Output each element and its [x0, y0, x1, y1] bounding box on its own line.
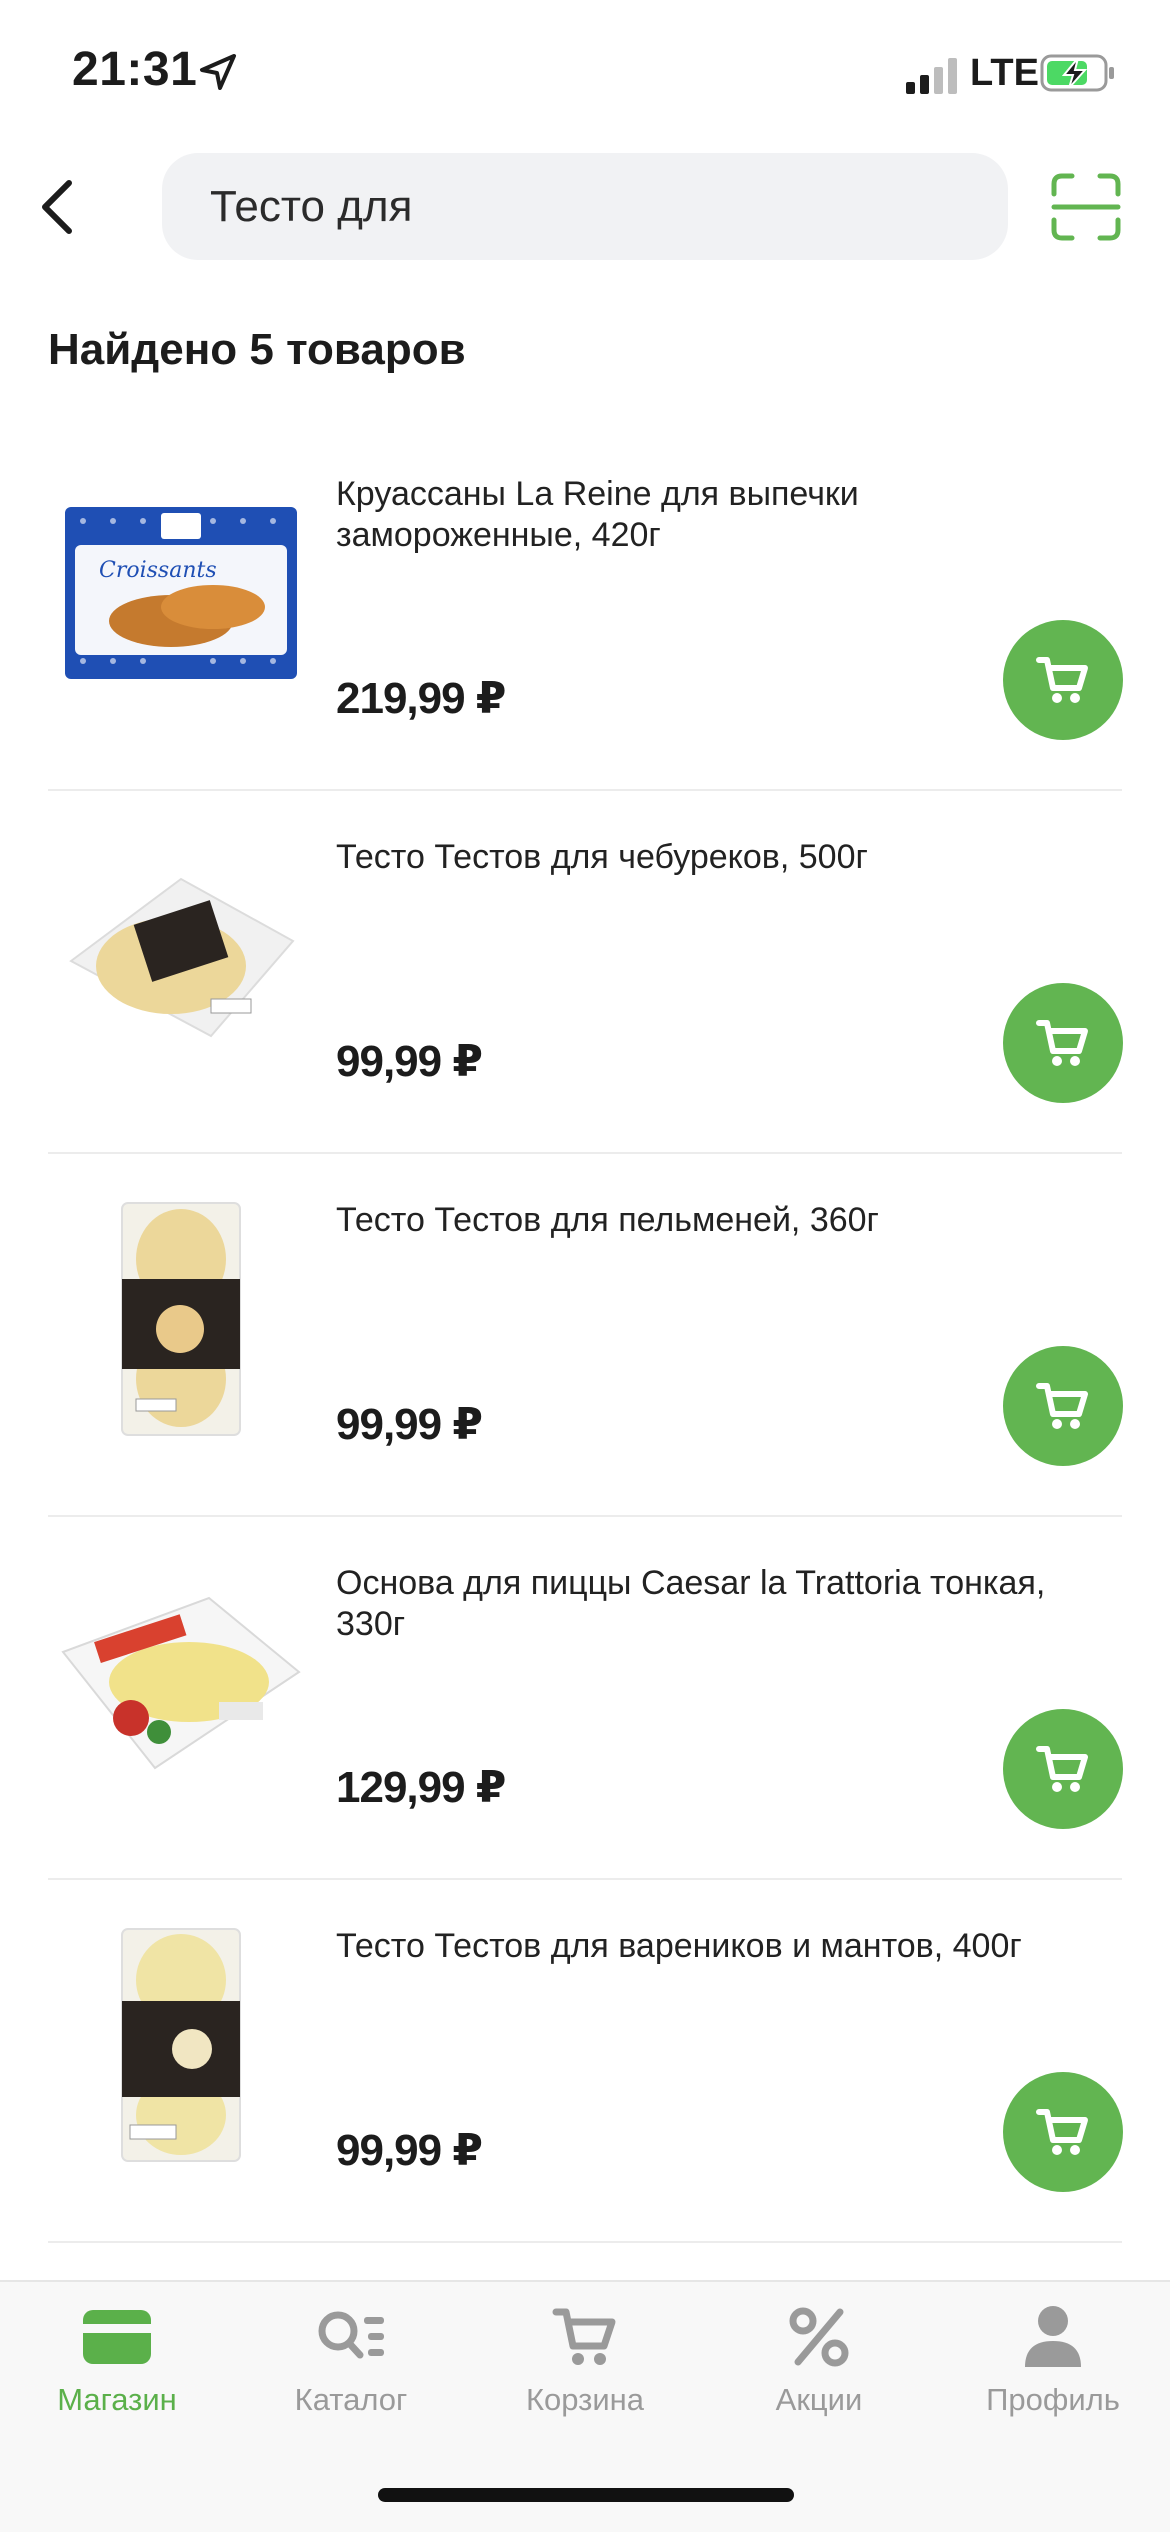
app-screen: 21:31 LTE Тесто для Найдено 5 товаров Cr…	[0, 0, 1170, 2532]
results-count-title: Найдено 5 товаров	[48, 325, 466, 374]
product-item[interactable]: Тесто Тестов для чебуреков, 500г 99,99 ₽	[0, 791, 1170, 1154]
back-button[interactable]	[22, 172, 92, 242]
tab-shop[interactable]: Магазин	[0, 2302, 234, 2432]
product-image-croissants: Croissants	[56, 468, 306, 718]
profile-icon	[1016, 2302, 1090, 2372]
tab-label: Магазин	[57, 2382, 177, 2417]
product-image-dough-round	[56, 831, 306, 1081]
search-input[interactable]: Тесто для	[162, 153, 1008, 260]
home-indicator	[378, 2488, 794, 2502]
cart-icon	[1036, 1020, 1088, 1066]
product-price: 129,99 ₽	[336, 1763, 506, 1812]
add-to-cart-button[interactable]	[1003, 983, 1123, 1103]
tab-label: Корзина	[525, 2382, 645, 2417]
scan-button[interactable]	[1050, 172, 1122, 242]
cart-icon	[1036, 2109, 1088, 2155]
product-price: 99,99 ₽	[336, 1400, 483, 1449]
product-name: Тесто Тестов для вареников и мантов, 400…	[336, 1927, 1022, 1965]
add-to-cart-button[interactable]	[1003, 2072, 1123, 2192]
status-bar: 21:31 LTE	[0, 0, 1170, 150]
product-image-pizza-base	[56, 1557, 306, 1807]
search-query: Тесто для	[210, 181, 413, 231]
product-name: Основа для пиццы Caesar la Trattoria тон…	[336, 1564, 1046, 1643]
battery-charging-icon	[1040, 54, 1116, 92]
signal-icon	[906, 58, 958, 94]
barcode-scan-icon	[1051, 173, 1121, 241]
card-icon	[80, 2302, 154, 2372]
tab-label: Акции	[775, 2382, 863, 2417]
tab-cart[interactable]: Корзина	[468, 2302, 702, 2432]
tab-catalog[interactable]: Каталог	[234, 2302, 468, 2432]
product-name: Тесто Тестов для пельменей, 360г	[336, 1201, 879, 1239]
product-item[interactable]: Тесто Тестов для пельменей, 360г 99,99 ₽	[0, 1154, 1170, 1517]
product-list: Croissants Круассаны La Reine для выпечк…	[0, 428, 1170, 2243]
product-name: Тесто Тестов для чебуреков, 500г	[336, 838, 868, 876]
product-image-dough-tall	[56, 1194, 306, 1444]
product-item[interactable]: Основа для пиццы Caesar la Trattoria тон…	[0, 1517, 1170, 1880]
product-image-dough-tall	[56, 1920, 306, 2170]
add-to-cart-button[interactable]	[1003, 1709, 1123, 1829]
product-item[interactable]: Croissants Круассаны La Reine для выпечк…	[0, 428, 1170, 791]
cart-icon	[548, 2302, 622, 2372]
add-to-cart-button[interactable]	[1003, 1346, 1123, 1466]
tab-label: Профиль	[986, 2382, 1120, 2417]
product-name: Круассаны La Reine для выпечки заморожен…	[336, 475, 859, 554]
tab-label: Каталог	[294, 2382, 408, 2417]
cart-icon	[1036, 1746, 1088, 1792]
add-to-cart-button[interactable]	[1003, 620, 1123, 740]
chevron-left-icon	[42, 180, 72, 234]
product-item[interactable]: Тесто Тестов для вареников и мантов, 400…	[0, 1880, 1170, 2243]
percent-icon	[782, 2302, 856, 2372]
tab-profile[interactable]: Профиль	[936, 2302, 1170, 2432]
product-price: 99,99 ₽	[336, 2126, 483, 2175]
network-type: LTE	[970, 52, 1039, 94]
cart-icon	[1036, 1383, 1088, 1429]
product-price: 99,99 ₽	[336, 1037, 483, 1086]
svg-text:Croissants: Croissants	[99, 558, 217, 583]
location-arrow-icon	[198, 52, 238, 92]
catalog-search-icon	[314, 2302, 388, 2372]
cart-icon	[1036, 657, 1088, 703]
status-time: 21:31	[72, 43, 198, 96]
product-price: 219,99 ₽	[336, 674, 506, 723]
tab-promotions[interactable]: Акции	[702, 2302, 936, 2432]
divider	[48, 2241, 1122, 2243]
